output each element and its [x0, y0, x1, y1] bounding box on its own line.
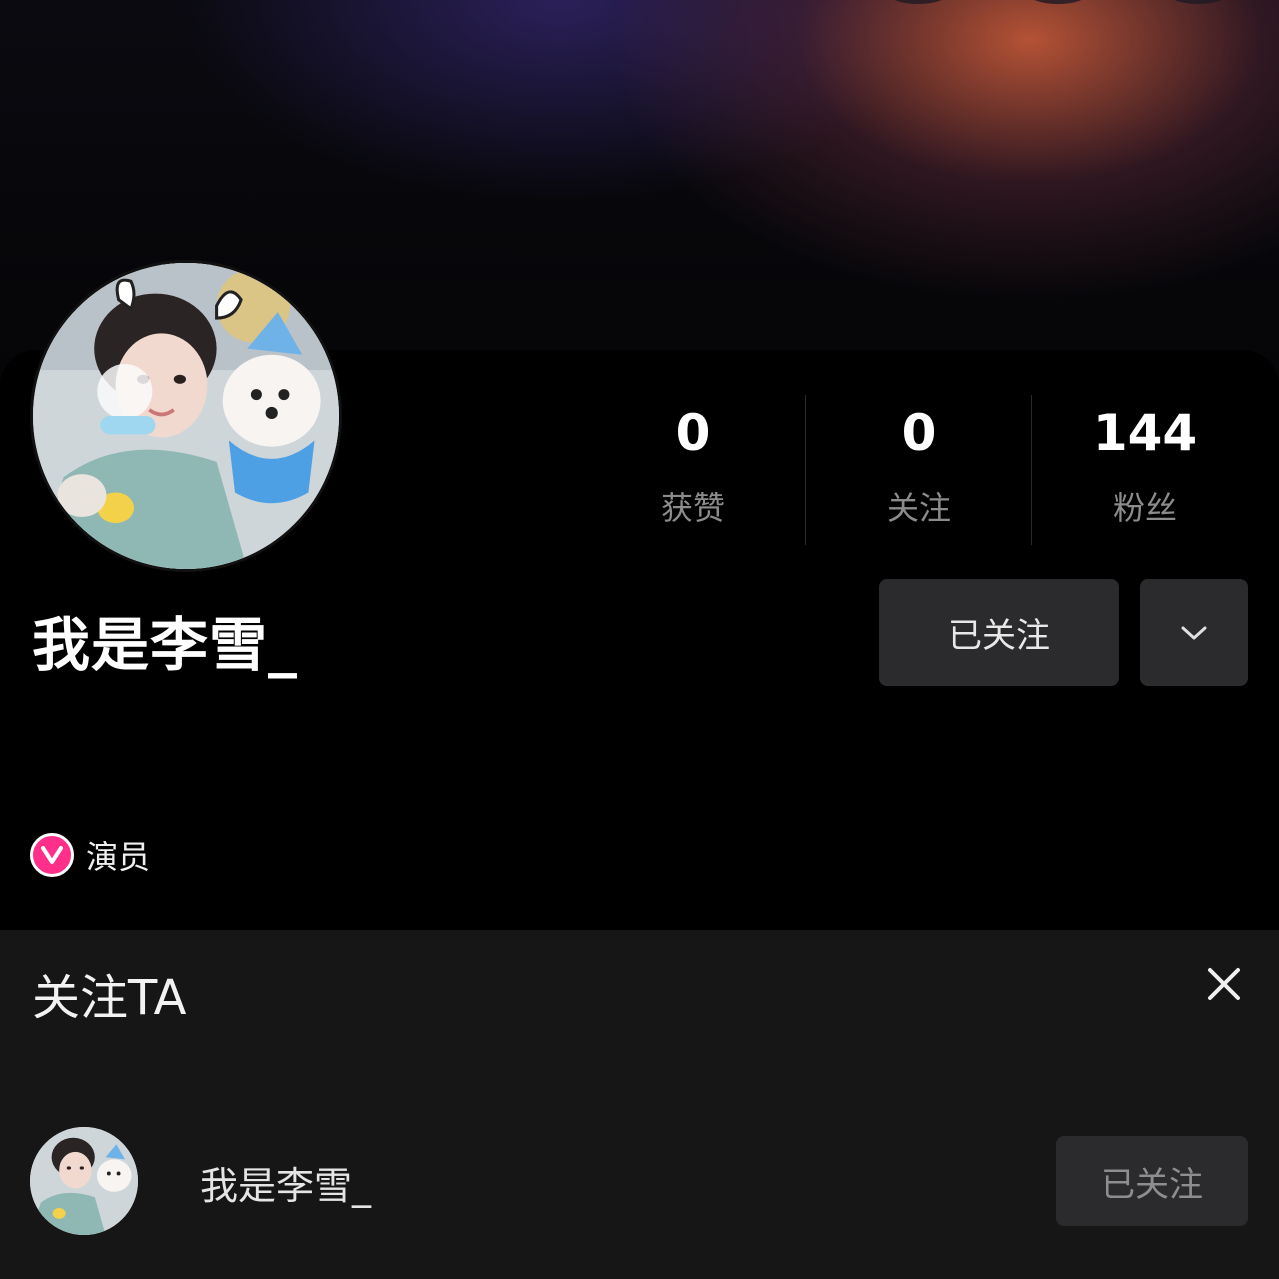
profile-username: 我是李雪_	[32, 611, 299, 679]
stat-following-label: 关注	[886, 489, 951, 527]
stat-followers-label: 粉丝	[1112, 489, 1177, 527]
close-icon	[1208, 968, 1240, 1000]
stat-following[interactable]: 0 关注	[806, 395, 1032, 545]
stat-likes[interactable]: 0 获赞	[580, 395, 806, 545]
follow-sheet-avatar[interactable]	[30, 1127, 138, 1235]
stat-likes-value: 0	[675, 404, 711, 462]
avatar-image	[33, 263, 339, 569]
verified-v-icon	[30, 833, 74, 877]
stat-followers-value: 144	[1092, 404, 1198, 462]
verification-tag: 演员	[30, 832, 150, 878]
follow-sheet-followed-button[interactable]: 已关注	[1056, 1136, 1248, 1226]
verification-label: 演员	[86, 838, 151, 876]
profile-avatar[interactable]	[30, 260, 342, 572]
profile-stats: 0 获赞 0 关注 144 粉丝	[580, 395, 1258, 545]
banner-decoration	[0, 0, 1279, 6]
stat-followers[interactable]: 144 粉丝	[1032, 395, 1258, 545]
more-options-button[interactable]	[1140, 579, 1248, 686]
follow-sheet-username: 我是李雪_	[200, 1164, 372, 1208]
follow-sheet: 关注TA 我是李雪_ 已关注	[0, 930, 1279, 1279]
stat-following-value: 0	[901, 404, 937, 462]
followed-button[interactable]: 已关注	[879, 579, 1119, 686]
chevron-down-icon	[1181, 626, 1207, 639]
stat-likes-label: 获赞	[660, 489, 725, 527]
avatar-image	[30, 1127, 138, 1235]
follow-sheet-title: 关注TA	[32, 970, 187, 1026]
close-button[interactable]	[1200, 960, 1248, 1008]
